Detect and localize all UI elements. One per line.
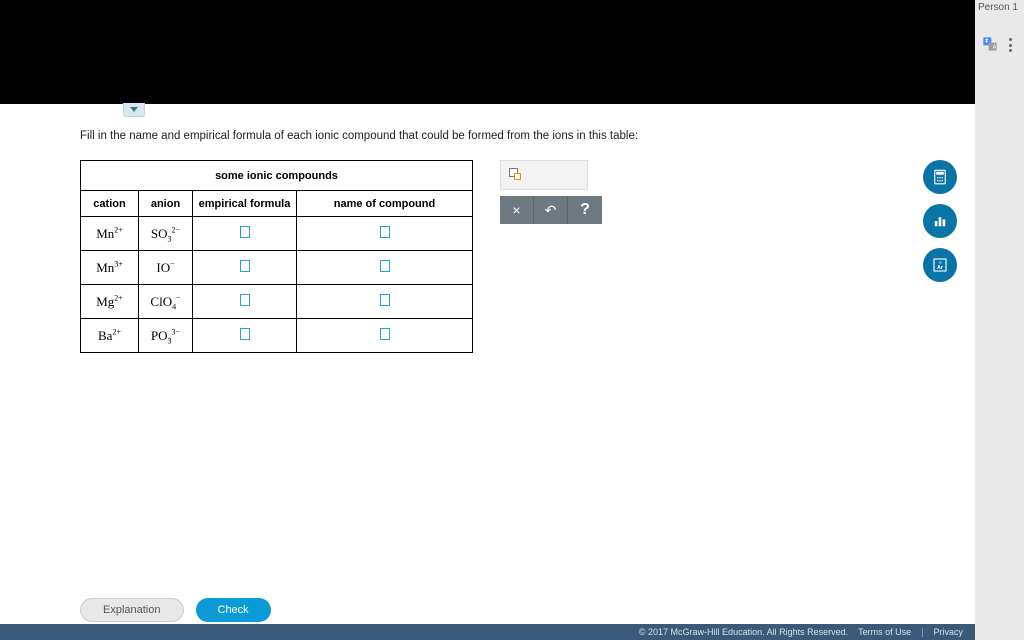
browser-right-strip: Person 1 A <box>975 0 1024 640</box>
stats-button[interactable] <box>923 204 957 238</box>
table-wrap: some ionic compounds cation anion empiri… <box>80 160 473 353</box>
formula-input[interactable] <box>240 260 250 272</box>
col-header-anion: anion <box>139 191 193 217</box>
top-header-black <box>0 0 975 104</box>
name-cell <box>297 319 473 353</box>
svg-text:A: A <box>993 45 997 51</box>
profile-name: Person 1 <box>978 2 1018 13</box>
table-row: Ba2+ PO33− <box>81 319 473 353</box>
answer-toolbar: × ↶ ? <box>500 160 602 224</box>
col-header-formula: empirical formula <box>193 191 297 217</box>
svg-text:18: 18 <box>938 261 942 265</box>
formula-cell <box>193 319 297 353</box>
bar-chart-icon <box>931 212 949 230</box>
name-input[interactable] <box>380 260 390 272</box>
content-panel: Fill in the name and empirical formula o… <box>0 104 975 640</box>
table-title: some ionic compounds <box>81 161 473 191</box>
close-button[interactable]: × <box>500 196 534 224</box>
check-button[interactable]: Check <box>196 598 271 622</box>
name-cell <box>297 251 473 285</box>
name-cell <box>297 285 473 319</box>
help-button[interactable]: ? <box>568 196 602 224</box>
undo-button[interactable]: ↶ <box>534 196 568 224</box>
ionic-table: some ionic compounds cation anion empiri… <box>80 160 473 353</box>
bottom-bar: Explanation Check <box>0 598 975 622</box>
terms-link[interactable]: Terms of Use <box>858 627 911 637</box>
name-input[interactable] <box>380 226 390 238</box>
table-row: Mn3+ IO− <box>81 251 473 285</box>
toolbar-field[interactable] <box>500 160 588 190</box>
formula-cell <box>193 285 297 319</box>
anion-cell: SO32− <box>139 217 193 251</box>
name-input[interactable] <box>380 294 390 306</box>
col-header-cation: cation <box>81 191 139 217</box>
instruction-text: Fill in the name and empirical formula o… <box>80 130 638 142</box>
privacy-link[interactable]: Privacy <box>933 627 963 637</box>
formula-input[interactable] <box>240 294 250 306</box>
periodic-table-button[interactable]: 18Ar <box>923 248 957 282</box>
formula-cell <box>193 251 297 285</box>
cation-cell: Mn3+ <box>81 251 139 285</box>
dropdown-tab[interactable] <box>123 103 145 117</box>
formula-input[interactable] <box>240 226 250 238</box>
cation-cell: Mn2+ <box>81 217 139 251</box>
anion-cell: IO− <box>139 251 193 285</box>
calculator-icon <box>931 168 949 186</box>
copyright-text: © 2017 McGraw-Hill Education. All Rights… <box>639 627 848 637</box>
name-input[interactable] <box>380 328 390 340</box>
svg-text:Ar: Ar <box>937 265 943 271</box>
name-cell <box>297 217 473 251</box>
stack-icon <box>509 168 523 182</box>
cation-cell: Ba2+ <box>81 319 139 353</box>
table-row: Mg2+ ClO4− <box>81 285 473 319</box>
explanation-button[interactable]: Explanation <box>80 598 184 622</box>
translate-icon[interactable]: A <box>982 36 998 52</box>
table-row: Mn2+ SO32− <box>81 217 473 251</box>
anion-cell: ClO4− <box>139 285 193 319</box>
cation-cell: Mg2+ <box>81 285 139 319</box>
formula-input[interactable] <box>240 328 250 340</box>
calculator-button[interactable] <box>923 160 957 194</box>
anion-cell: PO33− <box>139 319 193 353</box>
side-tools: 18Ar <box>923 160 957 282</box>
periodic-icon: 18Ar <box>931 256 949 274</box>
formula-cell <box>193 217 297 251</box>
footer: © 2017 McGraw-Hill Education. All Rights… <box>0 624 975 640</box>
col-header-name: name of compound <box>297 191 473 217</box>
menu-kebab-icon[interactable] <box>1004 38 1016 52</box>
